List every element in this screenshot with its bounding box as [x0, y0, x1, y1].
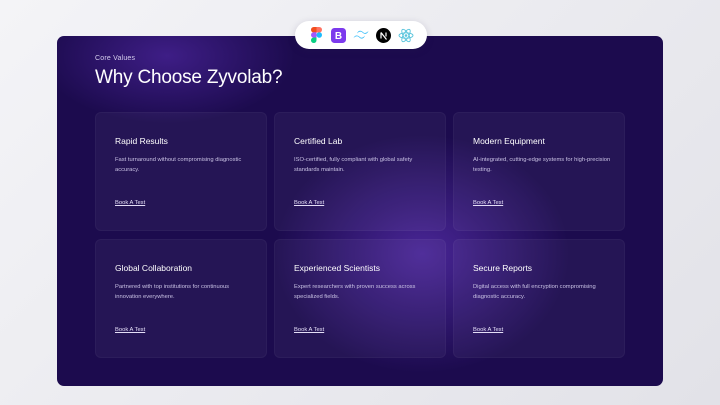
tech-stack-icon-bar: B — [295, 21, 427, 49]
card-title: Secure Reports — [473, 263, 533, 273]
card-description: ISO-certified, fully compliant with glob… — [294, 157, 413, 173]
card-description: Fast turnaround without compromising dia… — [115, 157, 242, 173]
card-description: Digital access with full encryption comp… — [473, 284, 596, 300]
react-icon — [398, 27, 414, 43]
book-test-link[interactable]: Book A Test — [115, 327, 145, 333]
card-title: Rapid Results — [115, 136, 168, 146]
card-title: Experienced Scientists — [294, 263, 380, 273]
value-card-modern-equipment: Modern Equipment AI-integrated, cutting-… — [453, 112, 625, 231]
section-eyebrow: Core Values — [95, 55, 136, 62]
card-title: Modern Equipment — [473, 136, 545, 146]
nextjs-icon — [375, 27, 391, 43]
value-card-experienced-scientists: Experienced Scientists Expert researcher… — [274, 239, 446, 358]
book-test-link[interactable]: Book A Test — [473, 327, 503, 333]
card-description: AI-integrated, cutting-edge systems for … — [473, 157, 611, 173]
figma-icon — [308, 27, 324, 43]
core-values-panel: Core Values Why Choose Zyvolab? Rapid Re… — [57, 36, 663, 386]
card-description: Expert researchers with proven success a… — [294, 284, 416, 300]
tailwind-icon — [353, 27, 369, 43]
card-description: Partnered with top institutions for cont… — [115, 284, 230, 300]
card-title: Certified Lab — [294, 136, 343, 146]
value-card-global-collaboration: Global Collaboration Partnered with top … — [95, 239, 267, 358]
card-title: Global Collaboration — [115, 263, 193, 273]
section-title: Why Choose Zyvolab? — [95, 67, 283, 88]
book-test-link[interactable]: Book A Test — [115, 200, 145, 206]
book-test-link[interactable]: Book A Test — [294, 327, 324, 333]
bootstrap-icon: B — [331, 27, 347, 43]
value-card-secure-reports: Secure Reports Digital access with full … — [453, 239, 625, 358]
value-card-certified-lab: Certified Lab ISO-certified, fully compl… — [274, 112, 446, 231]
svg-text:B: B — [335, 31, 342, 42]
value-card-rapid-results: Rapid Results Fast turnaround without co… — [95, 112, 267, 231]
book-test-link[interactable]: Book A Test — [473, 200, 503, 206]
book-test-link[interactable]: Book A Test — [294, 200, 324, 206]
